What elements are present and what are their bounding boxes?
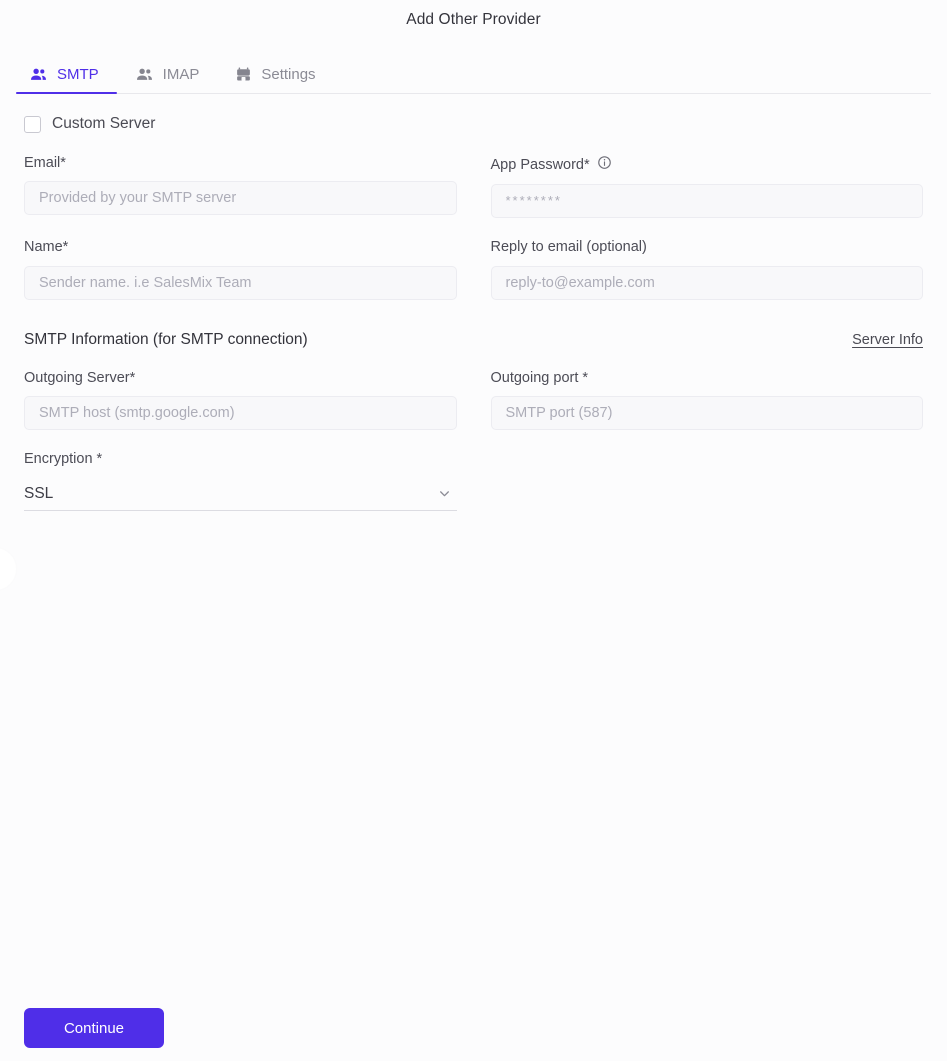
email-label: Email* [24, 155, 66, 171]
tab-settings-label: Settings [261, 66, 316, 83]
server-icon [235, 66, 252, 83]
field-outgoing-server: Outgoing Server* [16, 369, 465, 431]
encryption-spacer [483, 451, 932, 510]
server-info-link[interactable]: Server Info [852, 332, 923, 348]
tab-settings[interactable]: Settings [217, 55, 333, 94]
page-title: Add Other Provider [406, 11, 541, 28]
reply-to-input[interactable] [490, 265, 923, 300]
field-email: Email* [16, 155, 465, 218]
app-password-label: App Password* [491, 155, 924, 175]
outgoing-server-label: Outgoing Server* [24, 369, 136, 386]
people-icon [135, 65, 154, 84]
smtp-information-section: SMTP Information (for SMTP connection) S… [16, 331, 931, 349]
app-password-input[interactable] [490, 184, 923, 219]
people-icon [29, 65, 48, 84]
field-reply-to: Reply to email (optional) [483, 239, 932, 300]
custom-server-checkbox[interactable] [24, 115, 41, 133]
outgoing-server-input[interactable] [24, 396, 457, 431]
name-input[interactable] [24, 265, 457, 300]
form-grid: Email* App Password* Name* [16, 155, 931, 321]
edge-indicator [0, 548, 16, 590]
section-title: SMTP Information (for SMTP connection) [24, 330, 308, 348]
reply-to-label: Reply to email (optional) [490, 239, 647, 256]
name-label: Name* [24, 239, 69, 256]
tab-smtp[interactable]: SMTP [16, 55, 117, 94]
custom-server-row: Custom Server [24, 115, 931, 133]
tab-imap[interactable]: IMAP [117, 55, 218, 94]
encryption-select[interactable]: SSL [24, 478, 457, 511]
form-footer: Continue [0, 1008, 947, 1061]
field-encryption: Encryption * SSL [16, 451, 465, 511]
field-name: Name* [16, 239, 465, 300]
smtp-grid: Outgoing Server* Outgoing port * Encrypt… [16, 370, 931, 532]
tab-smtp-label: SMTP [57, 66, 99, 83]
tab-bar: SMTP IMAP Settings [0, 55, 947, 94]
encryption-label: Encryption * [24, 451, 103, 468]
field-app-password: App Password* [483, 155, 932, 219]
outgoing-port-label: Outgoing port * [490, 369, 589, 386]
encryption-selected-value: SSL [24, 484, 54, 502]
provider-form: Custom Server Email* App Password* [0, 115, 947, 532]
outgoing-port-input[interactable] [490, 396, 923, 431]
info-icon[interactable] [597, 155, 612, 175]
field-outgoing-port: Outgoing port * [483, 369, 932, 431]
chevron-down-icon [438, 487, 451, 500]
tab-imap-label: IMAP [162, 66, 200, 83]
continue-button[interactable]: Continue [24, 1008, 164, 1048]
email-input[interactable] [24, 181, 457, 216]
custom-server-label: Custom Server [52, 115, 156, 132]
